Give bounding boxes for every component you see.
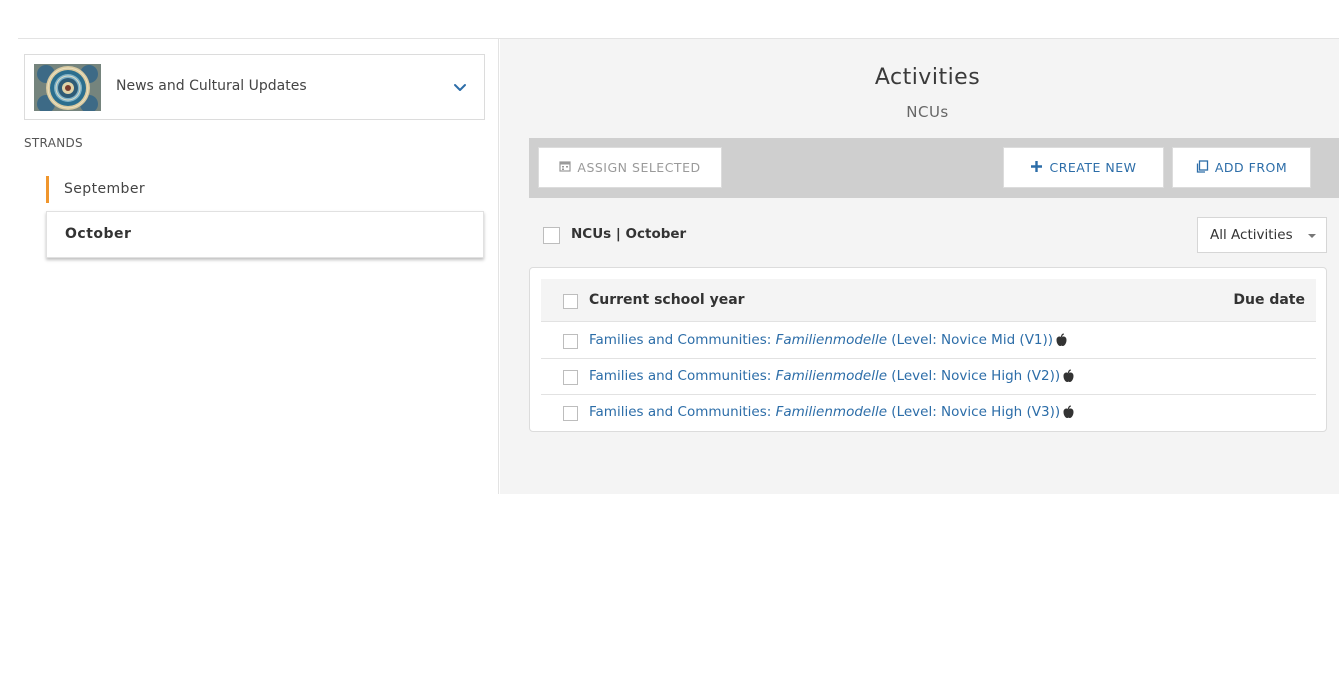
apple-icon xyxy=(1062,405,1075,423)
plus-icon xyxy=(1030,160,1043,176)
page-title: Activities xyxy=(874,65,981,90)
row-checkbox[interactable] xyxy=(563,334,578,349)
course-thumbnail xyxy=(34,64,101,111)
activity-suffix: (Level: Novice Mid (V1)) xyxy=(887,332,1054,348)
activity-link[interactable]: Families and Communities: Familienmodell… xyxy=(589,332,1068,351)
table-row: Families and Communities: Familienmodell… xyxy=(541,395,1316,431)
activity-italic-title: Familienmodelle xyxy=(775,404,888,420)
activities-filter-select[interactable]: All Activities xyxy=(1197,217,1327,253)
activity-italic-title: Familienmodelle xyxy=(775,368,888,384)
strand-label: October xyxy=(65,226,132,242)
header-checkbox[interactable] xyxy=(563,294,578,309)
activity-italic-title: Familienmodelle xyxy=(775,332,888,348)
table-row: Families and Communities: Familienmodell… xyxy=(541,323,1316,359)
create-new-button[interactable]: CREATE NEW xyxy=(1003,147,1164,188)
add-from-label: ADD FROM xyxy=(1214,160,1288,175)
select-all-checkbox[interactable] xyxy=(543,227,560,244)
strand-accent-bar xyxy=(46,176,49,203)
table-header: Current school year Due date xyxy=(541,279,1316,322)
strand-item-september[interactable]: September xyxy=(46,169,484,213)
activity-suffix: (Level: Novice High (V3)) xyxy=(887,404,1061,420)
activities-table: Current school year Due date Families an… xyxy=(529,267,1327,432)
course-name: News and Cultural Updates xyxy=(116,78,307,94)
row-checkbox[interactable] xyxy=(563,406,578,421)
action-toolbar: ASSIGN SELECTED CREATE NEW ADD FROM xyxy=(529,138,1339,198)
sidebar: News and Cultural Updates STRANDS Septem… xyxy=(18,39,499,494)
assign-selected-button[interactable]: ASSIGN SELECTED xyxy=(538,147,722,188)
activity-prefix: Families and Communities: xyxy=(589,368,776,384)
activity-link[interactable]: Families and Communities: Familienmodell… xyxy=(589,404,1075,423)
copy-icon xyxy=(1196,159,1209,176)
activity-prefix: Families and Communities: xyxy=(589,332,776,348)
app-frame: News and Cultural Updates STRANDS Septem… xyxy=(18,38,1339,494)
column-header-title: Current school year xyxy=(589,292,745,308)
row-checkbox[interactable] xyxy=(563,370,578,385)
activity-prefix: Families and Communities: xyxy=(589,404,776,420)
add-from-button[interactable]: ADD FROM xyxy=(1172,147,1311,188)
create-new-label: CREATE NEW xyxy=(1049,160,1137,175)
filter-row: NCUs | October All Activities xyxy=(529,217,1339,253)
strands-heading: STRANDS xyxy=(24,136,83,150)
filter-select-value: All Activities xyxy=(1210,227,1293,243)
caret-down-icon xyxy=(1308,234,1316,238)
column-header-due-date: Due date xyxy=(1233,292,1305,308)
chevron-down-icon[interactable] xyxy=(450,77,470,97)
table-row: Families and Communities: Familienmodell… xyxy=(541,359,1316,395)
apple-icon xyxy=(1055,333,1068,351)
calendar-icon xyxy=(559,160,571,175)
strand-item-october[interactable]: October xyxy=(46,211,484,258)
page-subtitle: NCUs xyxy=(906,103,949,121)
strand-filter-title: NCUs | October xyxy=(571,226,687,242)
main-panel: Activities NCUs ASSIGN SELECTED CREATE N… xyxy=(500,39,1339,494)
course-selector[interactable]: News and Cultural Updates xyxy=(24,54,485,120)
strand-label: September xyxy=(64,181,145,197)
apple-icon xyxy=(1062,369,1075,387)
activity-suffix: (Level: Novice High (V2)) xyxy=(887,368,1061,384)
activity-link[interactable]: Families and Communities: Familienmodell… xyxy=(589,368,1075,387)
assign-selected-label: ASSIGN SELECTED xyxy=(577,160,701,175)
